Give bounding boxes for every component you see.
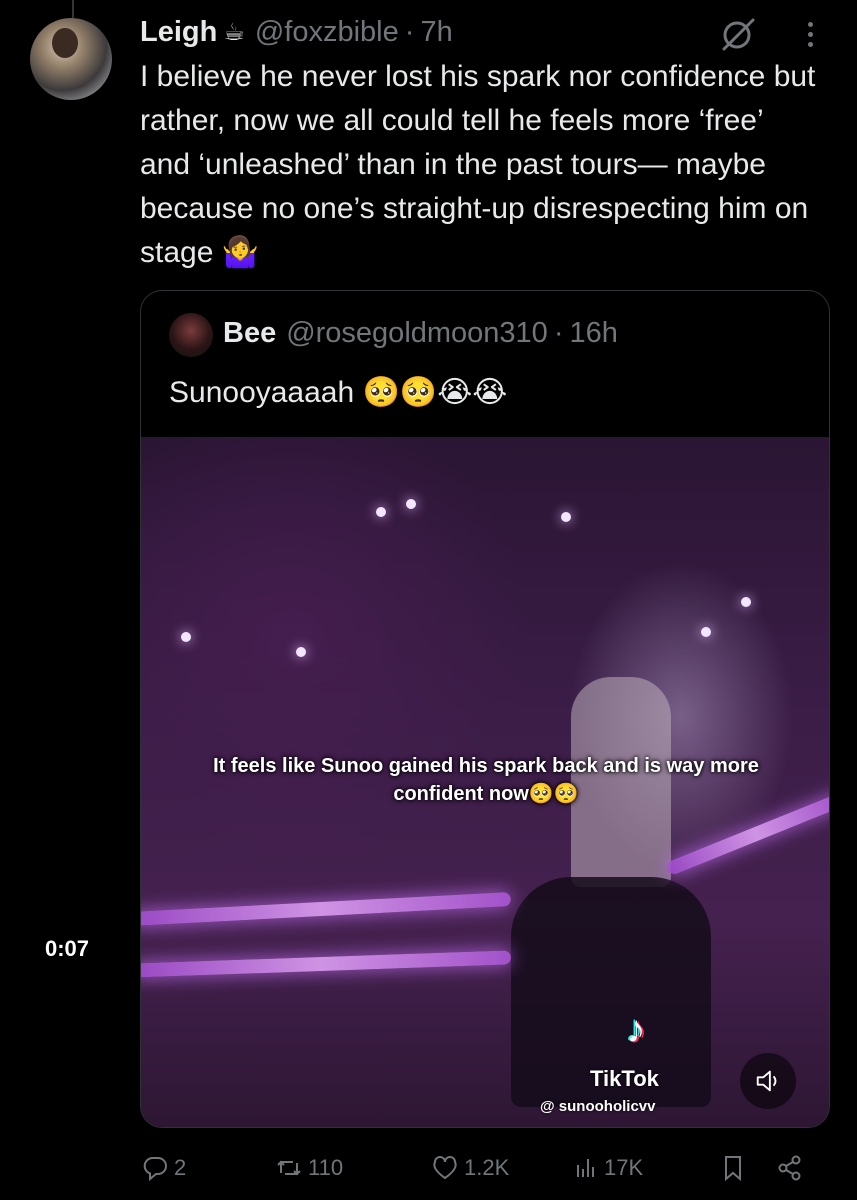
retweet-count: 110 [308,1155,344,1180]
author-name[interactable]: Leigh [140,16,217,49]
sparkle [561,512,571,522]
share-icon [778,1155,801,1181]
tweet-text: I believe he never lost his spark nor co… [140,60,816,269]
sparkle [701,627,711,637]
grok-icon[interactable] [718,14,758,54]
share-button[interactable] [775,1148,805,1188]
like-icon [433,1156,457,1180]
video-caption-line2: confident now🥺🥺 [393,783,579,805]
stage-light [141,950,512,978]
video-duration: 0:07 [22,930,112,968]
tweet-header: Leigh ☕ @foxzbible · 7h [140,14,453,50]
quote-author-handle: @rosegoldmoon310 [286,317,548,349]
retweet-icon [277,1160,301,1176]
author-handle[interactable]: @foxzbible [255,16,399,49]
quote-header: Bee @rosegoldmoon310 · 16h [223,317,618,350]
video-caption-line1: It feels like Sunoo gained his spark bac… [213,755,759,777]
quote-author-name: Bee [223,317,277,349]
avatar[interactable] [30,18,112,100]
quote-separator-dot: · [553,317,564,349]
tweet-timestamp[interactable]: 7h [420,16,452,49]
bookmark-button[interactable] [718,1148,748,1188]
sparkle [741,597,751,607]
thread-line [72,0,74,18]
bookmark-icon [725,1156,741,1182]
tiktok-username: @ sunooholicvv [540,1098,656,1115]
retweet-button[interactable]: 110 [274,1148,343,1188]
quote-text: Sunooyaaaah 🥺🥺😭😭 [169,376,508,409]
tiktok-logo-icon: ♪ [626,1009,646,1051]
sparkle [181,632,191,642]
quote-timestamp: 16h [569,317,618,349]
quote-avatar[interactable] [169,313,213,357]
volume-icon[interactable] [740,1053,796,1109]
sparkle [296,647,306,657]
views-button[interactable]: 17K [570,1148,643,1188]
like-count: 1.2K [464,1155,510,1180]
stage-light [141,892,512,926]
views-icon [577,1159,594,1177]
more-icon[interactable] [795,16,825,52]
like-button[interactable]: 1.2K [430,1148,509,1188]
tiktok-watermark: TikTok [590,1066,659,1091]
views-count: 17K [604,1155,644,1180]
video-caption: It feels like Sunoo gained his spark bac… [181,752,791,808]
reply-icon [143,1157,167,1182]
sparkle [376,507,386,517]
action-bar: 2 110 1.2K 17K [140,1148,830,1188]
separator-dot: · [404,15,415,48]
sparkle [406,499,416,509]
name-emoji-icon: ☕ [223,18,245,46]
reply-count: 2 [174,1155,187,1180]
quote-tweet[interactable]: Bee @rosegoldmoon310 · 16h Sunooyaaaah 🥺… [140,290,830,1128]
reply-button[interactable]: 2 [140,1148,186,1188]
video-player[interactable]: It feels like Sunoo gained his spark bac… [141,437,829,1127]
